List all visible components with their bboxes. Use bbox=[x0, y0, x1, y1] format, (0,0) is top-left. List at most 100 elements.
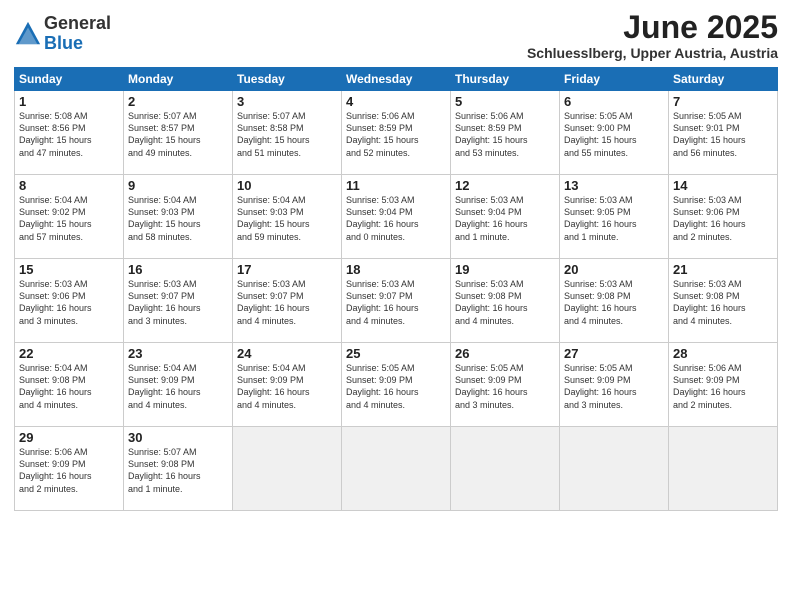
col-wednesday: Wednesday bbox=[342, 68, 451, 91]
day-number: 2 bbox=[128, 94, 228, 109]
table-cell: 12Sunrise: 5:03 AM Sunset: 9:04 PM Dayli… bbox=[451, 175, 560, 259]
day-info: Sunrise: 5:03 AM Sunset: 9:07 PM Dayligh… bbox=[128, 278, 228, 327]
day-number: 11 bbox=[346, 178, 446, 193]
day-info: Sunrise: 5:04 AM Sunset: 9:08 PM Dayligh… bbox=[19, 362, 119, 411]
table-cell: 15Sunrise: 5:03 AM Sunset: 9:06 PM Dayli… bbox=[15, 259, 124, 343]
table-cell: 24Sunrise: 5:04 AM Sunset: 9:09 PM Dayli… bbox=[233, 343, 342, 427]
table-cell: 5Sunrise: 5:06 AM Sunset: 8:59 PM Daylig… bbox=[451, 91, 560, 175]
logo-icon bbox=[14, 20, 42, 48]
day-number: 27 bbox=[564, 346, 664, 361]
day-info: Sunrise: 5:07 AM Sunset: 8:57 PM Dayligh… bbox=[128, 110, 228, 159]
day-info: Sunrise: 5:06 AM Sunset: 9:09 PM Dayligh… bbox=[19, 446, 119, 495]
table-cell: 17Sunrise: 5:03 AM Sunset: 9:07 PM Dayli… bbox=[233, 259, 342, 343]
day-number: 1 bbox=[19, 94, 119, 109]
header: General Blue June 2025 Schluesslberg, Up… bbox=[14, 10, 778, 61]
day-number: 4 bbox=[346, 94, 446, 109]
table-cell: 2Sunrise: 5:07 AM Sunset: 8:57 PM Daylig… bbox=[124, 91, 233, 175]
col-friday: Friday bbox=[560, 68, 669, 91]
day-number: 29 bbox=[19, 430, 119, 445]
day-number: 5 bbox=[455, 94, 555, 109]
table-cell: 18Sunrise: 5:03 AM Sunset: 9:07 PM Dayli… bbox=[342, 259, 451, 343]
day-number: 17 bbox=[237, 262, 337, 277]
day-number: 13 bbox=[564, 178, 664, 193]
day-number: 7 bbox=[673, 94, 773, 109]
table-cell bbox=[560, 427, 669, 511]
table-cell: 1Sunrise: 5:08 AM Sunset: 8:56 PM Daylig… bbox=[15, 91, 124, 175]
day-info: Sunrise: 5:04 AM Sunset: 9:09 PM Dayligh… bbox=[237, 362, 337, 411]
day-info: Sunrise: 5:03 AM Sunset: 9:08 PM Dayligh… bbox=[455, 278, 555, 327]
calendar-header-row: Sunday Monday Tuesday Wednesday Thursday… bbox=[15, 68, 778, 91]
logo-text: General Blue bbox=[44, 14, 111, 54]
day-info: Sunrise: 5:05 AM Sunset: 9:00 PM Dayligh… bbox=[564, 110, 664, 159]
logo: General Blue bbox=[14, 14, 111, 54]
day-number: 16 bbox=[128, 262, 228, 277]
day-number: 25 bbox=[346, 346, 446, 361]
title-block: June 2025 Schluesslberg, Upper Austria, … bbox=[527, 10, 778, 61]
day-info: Sunrise: 5:07 AM Sunset: 8:58 PM Dayligh… bbox=[237, 110, 337, 159]
day-info: Sunrise: 5:03 AM Sunset: 9:07 PM Dayligh… bbox=[237, 278, 337, 327]
calendar-table: Sunday Monday Tuesday Wednesday Thursday… bbox=[14, 67, 778, 511]
table-cell: 20Sunrise: 5:03 AM Sunset: 9:08 PM Dayli… bbox=[560, 259, 669, 343]
day-info: Sunrise: 5:04 AM Sunset: 9:02 PM Dayligh… bbox=[19, 194, 119, 243]
day-info: Sunrise: 5:04 AM Sunset: 9:09 PM Dayligh… bbox=[128, 362, 228, 411]
day-number: 12 bbox=[455, 178, 555, 193]
day-info: Sunrise: 5:03 AM Sunset: 9:04 PM Dayligh… bbox=[346, 194, 446, 243]
table-cell bbox=[669, 427, 778, 511]
day-info: Sunrise: 5:03 AM Sunset: 9:08 PM Dayligh… bbox=[673, 278, 773, 327]
col-tuesday: Tuesday bbox=[233, 68, 342, 91]
calendar-week-3: 15Sunrise: 5:03 AM Sunset: 9:06 PM Dayli… bbox=[15, 259, 778, 343]
table-cell: 11Sunrise: 5:03 AM Sunset: 9:04 PM Dayli… bbox=[342, 175, 451, 259]
table-cell bbox=[451, 427, 560, 511]
day-info: Sunrise: 5:07 AM Sunset: 9:08 PM Dayligh… bbox=[128, 446, 228, 495]
table-cell bbox=[342, 427, 451, 511]
day-number: 22 bbox=[19, 346, 119, 361]
day-info: Sunrise: 5:03 AM Sunset: 9:04 PM Dayligh… bbox=[455, 194, 555, 243]
table-cell: 26Sunrise: 5:05 AM Sunset: 9:09 PM Dayli… bbox=[451, 343, 560, 427]
day-number: 24 bbox=[237, 346, 337, 361]
table-cell: 9Sunrise: 5:04 AM Sunset: 9:03 PM Daylig… bbox=[124, 175, 233, 259]
day-number: 10 bbox=[237, 178, 337, 193]
calendar-week-4: 22Sunrise: 5:04 AM Sunset: 9:08 PM Dayli… bbox=[15, 343, 778, 427]
table-cell: 8Sunrise: 5:04 AM Sunset: 9:02 PM Daylig… bbox=[15, 175, 124, 259]
logo-blue: Blue bbox=[44, 34, 111, 54]
table-cell: 23Sunrise: 5:04 AM Sunset: 9:09 PM Dayli… bbox=[124, 343, 233, 427]
day-number: 18 bbox=[346, 262, 446, 277]
day-info: Sunrise: 5:06 AM Sunset: 8:59 PM Dayligh… bbox=[346, 110, 446, 159]
day-number: 9 bbox=[128, 178, 228, 193]
table-cell: 28Sunrise: 5:06 AM Sunset: 9:09 PM Dayli… bbox=[669, 343, 778, 427]
table-cell: 13Sunrise: 5:03 AM Sunset: 9:05 PM Dayli… bbox=[560, 175, 669, 259]
col-sunday: Sunday bbox=[15, 68, 124, 91]
day-info: Sunrise: 5:05 AM Sunset: 9:09 PM Dayligh… bbox=[455, 362, 555, 411]
day-info: Sunrise: 5:08 AM Sunset: 8:56 PM Dayligh… bbox=[19, 110, 119, 159]
day-info: Sunrise: 5:05 AM Sunset: 9:01 PM Dayligh… bbox=[673, 110, 773, 159]
col-monday: Monday bbox=[124, 68, 233, 91]
day-number: 21 bbox=[673, 262, 773, 277]
day-info: Sunrise: 5:04 AM Sunset: 9:03 PM Dayligh… bbox=[237, 194, 337, 243]
day-number: 15 bbox=[19, 262, 119, 277]
table-cell: 14Sunrise: 5:03 AM Sunset: 9:06 PM Dayli… bbox=[669, 175, 778, 259]
day-info: Sunrise: 5:05 AM Sunset: 9:09 PM Dayligh… bbox=[564, 362, 664, 411]
day-number: 30 bbox=[128, 430, 228, 445]
day-info: Sunrise: 5:03 AM Sunset: 9:08 PM Dayligh… bbox=[564, 278, 664, 327]
day-number: 20 bbox=[564, 262, 664, 277]
table-cell: 21Sunrise: 5:03 AM Sunset: 9:08 PM Dayli… bbox=[669, 259, 778, 343]
page: General Blue June 2025 Schluesslberg, Up… bbox=[0, 0, 792, 612]
day-number: 14 bbox=[673, 178, 773, 193]
day-info: Sunrise: 5:06 AM Sunset: 8:59 PM Dayligh… bbox=[455, 110, 555, 159]
logo-general: General bbox=[44, 14, 111, 34]
day-info: Sunrise: 5:06 AM Sunset: 9:09 PM Dayligh… bbox=[673, 362, 773, 411]
day-number: 26 bbox=[455, 346, 555, 361]
day-number: 8 bbox=[19, 178, 119, 193]
table-cell: 27Sunrise: 5:05 AM Sunset: 9:09 PM Dayli… bbox=[560, 343, 669, 427]
month-title: June 2025 bbox=[527, 10, 778, 45]
col-thursday: Thursday bbox=[451, 68, 560, 91]
location-subtitle: Schluesslberg, Upper Austria, Austria bbox=[527, 45, 778, 61]
day-number: 3 bbox=[237, 94, 337, 109]
table-cell: 16Sunrise: 5:03 AM Sunset: 9:07 PM Dayli… bbox=[124, 259, 233, 343]
calendar-week-2: 8Sunrise: 5:04 AM Sunset: 9:02 PM Daylig… bbox=[15, 175, 778, 259]
table-cell: 4Sunrise: 5:06 AM Sunset: 8:59 PM Daylig… bbox=[342, 91, 451, 175]
day-number: 6 bbox=[564, 94, 664, 109]
day-info: Sunrise: 5:03 AM Sunset: 9:06 PM Dayligh… bbox=[673, 194, 773, 243]
day-info: Sunrise: 5:03 AM Sunset: 9:06 PM Dayligh… bbox=[19, 278, 119, 327]
day-info: Sunrise: 5:03 AM Sunset: 9:07 PM Dayligh… bbox=[346, 278, 446, 327]
